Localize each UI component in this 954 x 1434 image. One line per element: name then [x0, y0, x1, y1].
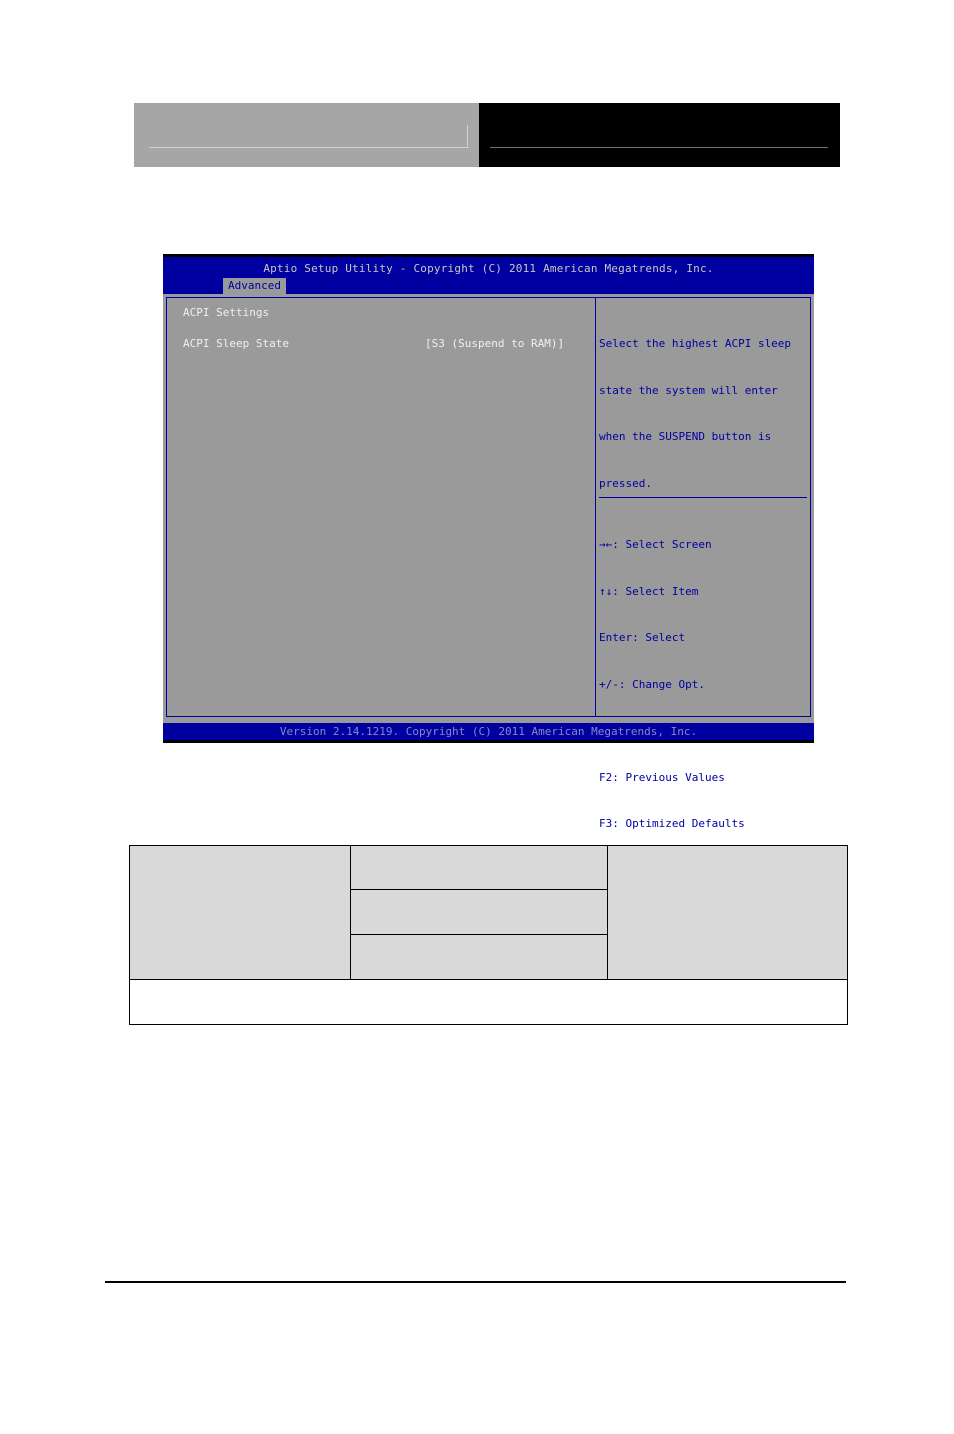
bios-panel-divider: [595, 297, 596, 717]
help-line: when the SUSPEND button is: [599, 430, 772, 443]
key-legend-change-opt: +/-: Change Opt.: [599, 677, 705, 691]
table-cell-option-description: [607, 846, 847, 979]
tab-advanced[interactable]: Advanced: [223, 278, 286, 294]
key-legend-f2: F2: Previous Values: [599, 770, 725, 784]
bios-title: Aptio Setup Utility - Copyright (C) 2011…: [263, 262, 714, 275]
key-legend-f3: F3: Optimized Defaults: [599, 817, 745, 830]
table-note-row: [130, 979, 847, 1024]
help-text: Select the highest ACPI sleep state the …: [599, 305, 791, 522]
header-rule: [149, 147, 469, 148]
table-cell-option-value: [351, 890, 607, 935]
bios-footer: Version 2.14.1219. Copyright (C) 2011 Am…: [163, 723, 814, 740]
setting-value-acpi-sleep-state[interactable]: [S3 (Suspend to RAM)]: [425, 337, 564, 350]
help-line: Select the highest ACPI sleep: [599, 337, 792, 350]
bios-screenshot: Aptio Setup Utility - Copyright (C) 2011…: [163, 254, 814, 923]
header-banner-left: [134, 103, 479, 167]
options-table: [129, 845, 848, 1025]
table-cell-option-value: [351, 935, 607, 979]
section-heading: ACPI Settings: [183, 306, 270, 319]
bios-title-bar: Aptio Setup Utility - Copyright (C) 2011…: [163, 257, 814, 294]
key-legend-select-screen: →←: Select Screen: [599, 538, 712, 551]
header-banner-right: [479, 103, 840, 167]
key-legend-enter: Enter: Select: [599, 631, 686, 644]
help-line: state the system will enter: [599, 383, 778, 397]
header-rule-vertical: [467, 125, 468, 148]
key-legend-select-item: ↑↓: Select Item: [599, 584, 699, 598]
table-cell-option-value: [351, 846, 607, 890]
help-line: pressed.: [599, 476, 652, 490]
setting-label-acpi-sleep-state[interactable]: ACPI Sleep State: [183, 337, 289, 350]
header-rule: [490, 147, 828, 148]
bios-main-panel: ACPI Settings ACPI Sleep State [S3 (Susp…: [163, 294, 814, 923]
table-cell-option-name: [130, 846, 351, 979]
page-footer-rule: [105, 1281, 846, 1283]
